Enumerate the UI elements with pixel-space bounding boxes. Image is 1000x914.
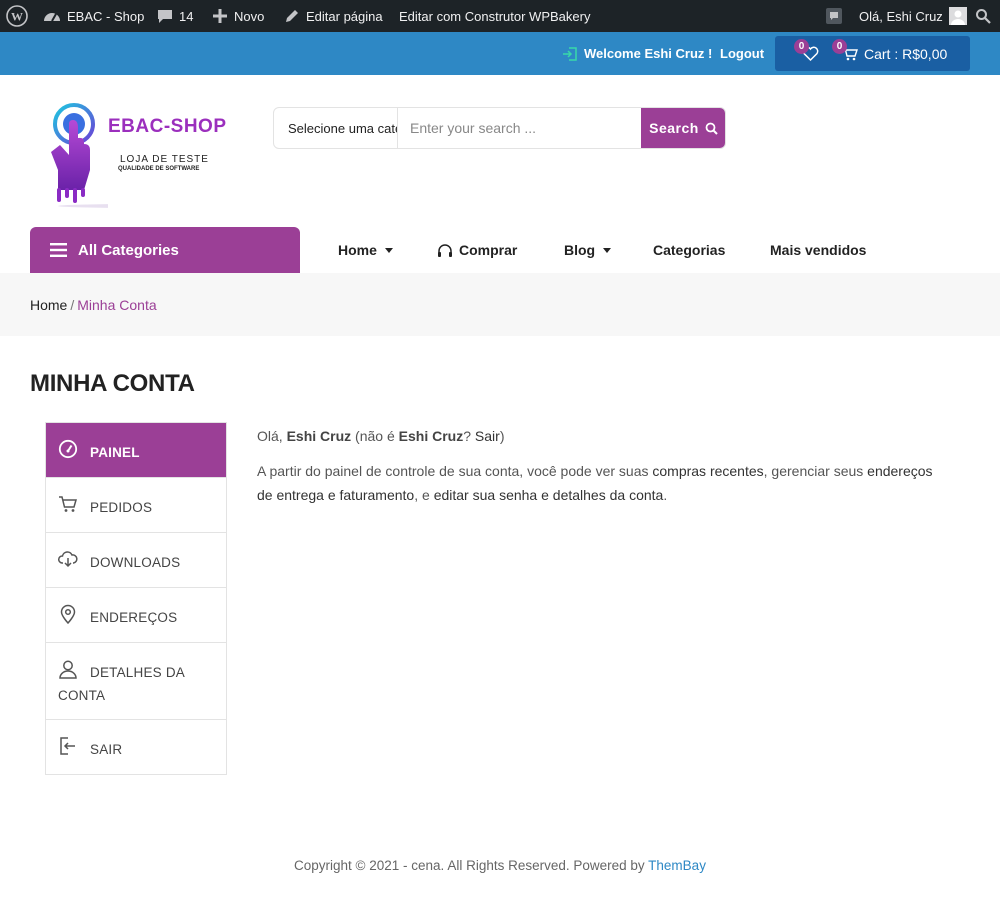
- breadcrumb: Home / Minha Conta: [30, 273, 157, 336]
- admin-edit-wpbakery-label: Editar com Construtor WPBakery: [399, 8, 591, 24]
- nav-categorias[interactable]: Categorias: [653, 227, 725, 273]
- description-text: A partir do painel de controle de sua co…: [257, 463, 649, 479]
- page-title: MINHA CONTA: [30, 370, 195, 397]
- nav-blog[interactable]: Blog: [564, 227, 612, 273]
- not-you-text: (não é: [355, 428, 395, 444]
- admin-edit-page[interactable]: Editar página: [284, 0, 383, 32]
- greeting-paragraph: Olá, Eshi Cruz (não é Eshi Cruz? Sair): [257, 424, 947, 448]
- dashboard-icon: [58, 439, 78, 462]
- description-text: , e: [414, 487, 430, 503]
- pencil-icon: [286, 10, 298, 22]
- admin-edit-wpbakery[interactable]: Editar com Construtor WPBakery: [399, 0, 590, 32]
- cloud-download-icon: [58, 549, 78, 572]
- greeting-text: Olá,: [257, 428, 283, 444]
- search-button[interactable]: Search: [641, 108, 725, 148]
- logo-line1: LOJA DE TESTE: [120, 154, 209, 165]
- nav-blog-label: Blog: [564, 242, 596, 258]
- account-nav-detalhes[interactable]: DETALHES DA CONTA: [46, 643, 226, 720]
- comments-count: 14: [179, 8, 194, 24]
- nav-mais-vendidos[interactable]: Mais vendidos: [770, 227, 866, 273]
- search-form: Selecione uma categoria Search: [273, 107, 726, 149]
- edit-account-link[interactable]: editar sua senha e detalhes da conta: [434, 487, 664, 503]
- cart-box: 0 0 Cart : R$0,00: [775, 36, 970, 71]
- admin-new[interactable]: Novo: [212, 0, 264, 32]
- cart-label[interactable]: Cart : R$0,00: [864, 36, 947, 71]
- description-text: .: [663, 487, 668, 503]
- account-navigation: PAINEL PEDIDOS DOWNLOADS ENDEREÇOS DETAL…: [45, 422, 227, 775]
- hand-pointer-logo-icon: [51, 103, 108, 208]
- admin-comments[interactable]: 14: [157, 0, 193, 32]
- thembay-link[interactable]: ThemBay: [648, 858, 706, 873]
- admin-notification[interactable]: [825, 0, 843, 32]
- category-select[interactable]: Selecione uma categoria: [274, 108, 398, 148]
- nav-comprar-label: Comprar: [459, 242, 518, 258]
- welcome-text: Welcome Eshi Cruz !: [584, 46, 713, 61]
- all-categories-button[interactable]: All Categories: [30, 227, 300, 273]
- logo-line2: QUALIDADE DE SOFTWARE: [118, 166, 200, 172]
- chevron-down-icon: [384, 247, 393, 253]
- breadcrumb-home[interactable]: Home: [30, 297, 67, 313]
- sair-link[interactable]: Sair: [475, 428, 500, 444]
- account-nav-label: DETALHES DA CONTA: [58, 665, 185, 703]
- welcome-message[interactable]: Welcome Eshi Cruz !: [562, 32, 712, 75]
- description-text: , gerenciar seus: [763, 463, 864, 479]
- account-nav-enderecos[interactable]: ENDEREÇOS: [46, 588, 226, 643]
- chevron-down-icon: [603, 247, 612, 253]
- breadcrumb-bar: Home / Minha Conta: [0, 273, 1000, 336]
- cart-icon: [58, 494, 78, 517]
- nav-home[interactable]: Home: [338, 227, 393, 273]
- copyright-text: Copyright © 2021 - cena. All Rights Rese…: [294, 858, 645, 873]
- breadcrumb-current: Minha Conta: [77, 296, 157, 313]
- account-nav-sair[interactable]: SAIR: [46, 720, 226, 774]
- user-icon: [58, 659, 78, 682]
- wishlist-count-badge: 0: [794, 39, 809, 54]
- logout-icon: [58, 736, 78, 759]
- avatar: [948, 7, 967, 25]
- admin-new-label: Novo: [234, 8, 265, 24]
- site-logo[interactable]: EBAC-SHOP LOJA DE TESTE QUALIDADE DE SOF…: [38, 100, 228, 212]
- login-icon: [563, 46, 577, 61]
- account-nav-downloads[interactable]: DOWNLOADS: [46, 533, 226, 588]
- admin-greeting: Olá, Eshi Cruz: [859, 8, 943, 24]
- notification-icon: [826, 8, 842, 24]
- admin-site-name[interactable]: EBAC - Shop: [43, 0, 144, 32]
- nav-comprar[interactable]: Comprar: [437, 227, 517, 273]
- dashboard-icon: [44, 13, 60, 22]
- location-pin-icon: [58, 604, 78, 627]
- admin-bar: W EBAC - Shop 14 Novo Editar página Edit…: [0, 0, 1000, 32]
- search-input[interactable]: [398, 108, 641, 148]
- admin-search-icon[interactable]: [975, 0, 991, 32]
- admin-site-name-label: EBAC - Shop: [67, 8, 145, 24]
- recent-orders-link[interactable]: compras recentes: [652, 463, 763, 479]
- dashboard-description: A partir do painel de controle de sua co…: [257, 459, 947, 507]
- breadcrumb-separator: /: [70, 296, 75, 313]
- svg-text:W: W: [11, 10, 23, 24]
- logo-brand: EBAC-SHOP: [108, 116, 227, 137]
- question-mark: ?: [463, 428, 472, 444]
- search-icon: [705, 122, 718, 135]
- footer-copyright: Copyright © 2021 - cena. All Rights Rese…: [0, 858, 1000, 873]
- admin-account[interactable]: Olá, Eshi Cruz: [859, 0, 967, 32]
- admin-edit-page-label: Editar página: [306, 8, 383, 24]
- comment-icon: [158, 10, 172, 23]
- nav-home-label: Home: [338, 242, 377, 258]
- not-you-user: Eshi Cruz: [398, 428, 464, 444]
- search-button-label: Search: [649, 120, 699, 136]
- close-paren: ): [499, 428, 505, 444]
- all-categories-label: All Categories: [78, 241, 179, 259]
- plus-icon: [213, 9, 227, 23]
- account-content: Olá, Eshi Cruz (não é Eshi Cruz? Sair) A…: [257, 424, 947, 518]
- cart-count-badge: 0: [832, 39, 847, 54]
- headphones-icon: [438, 243, 452, 257]
- greeting-user: Eshi Cruz: [286, 428, 352, 444]
- hamburger-menu-icon: [50, 243, 67, 257]
- wordpress-logo-icon[interactable]: W: [6, 0, 28, 32]
- account-nav-pedidos[interactable]: PEDIDOS: [46, 478, 226, 533]
- logout-link[interactable]: Logout: [720, 32, 764, 75]
- account-nav-painel[interactable]: PAINEL: [46, 423, 226, 478]
- top-bar: Welcome Eshi Cruz ! Logout 0 0 Cart : R$…: [0, 32, 1000, 75]
